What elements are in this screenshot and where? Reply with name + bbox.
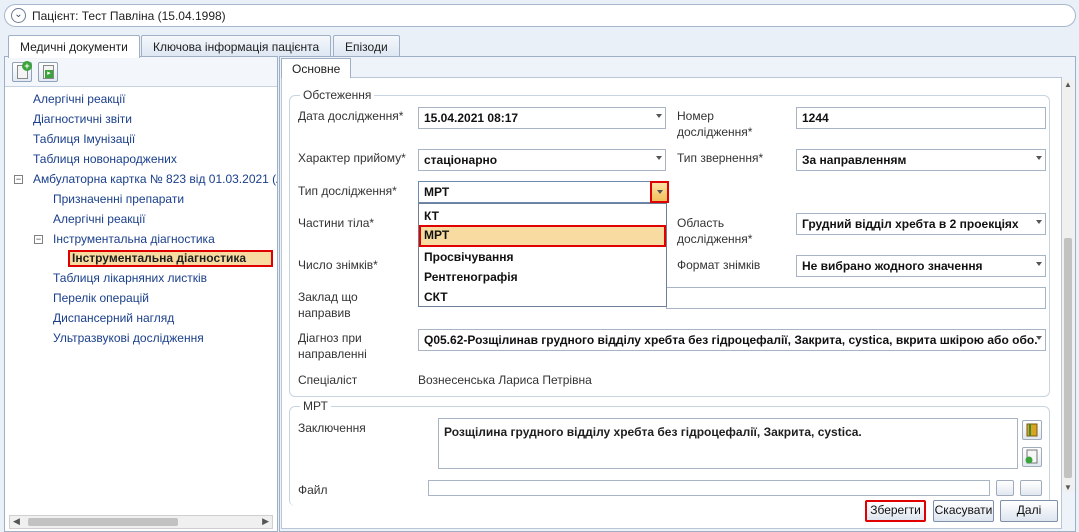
plus-icon: +: [22, 61, 32, 71]
specialist-label: Спеціаліст: [298, 373, 358, 387]
tree-item-allergies-sub[interactable]: Алергічні реакції: [53, 212, 145, 226]
study-type-options-list: КТ МРТ Просвічування Рентгенографія СКТ: [418, 203, 667, 307]
chevron-down-icon[interactable]: [656, 156, 662, 160]
scroll-right-icon[interactable]: ▶: [262, 516, 269, 527]
tree-item-prescriptions[interactable]: Призначенні препарати: [53, 192, 184, 206]
option-skt[interactable]: СКТ: [419, 287, 666, 307]
chevron-down-icon: [657, 190, 663, 194]
form-vertical-scrollbar[interactable]: ▲ ▼: [1062, 80, 1075, 492]
date-value: 15.04.2021 08:17: [424, 111, 519, 125]
patient-title: Пацієнт: Тест Павліна (15.04.1998): [32, 9, 230, 23]
tab-episodes[interactable]: Епізоди: [333, 35, 400, 57]
diagnosis-label: Діагноз при направленні: [298, 331, 367, 361]
option-fluoroscopy[interactable]: Просвічування: [419, 247, 666, 267]
option-kt[interactable]: КТ: [419, 206, 666, 226]
mrt-group-title: МРТ: [300, 399, 331, 413]
referral-type-select[interactable]: За направленням: [796, 149, 1046, 171]
area-label: Область дослідження*: [677, 216, 753, 246]
tab-key-patient-info[interactable]: Ключова інформація пацієнта: [141, 35, 332, 57]
referring-inst-label: Заклад що направив: [298, 290, 358, 320]
save-button[interactable]: Зберегти: [865, 500, 926, 522]
tree-item-instrumental-diagnostics-selected[interactable]: Інструментальна діагностика: [68, 250, 273, 267]
number-value: 1244: [802, 111, 829, 125]
images-format-value: Не вибрано жодного значення: [802, 259, 983, 273]
option-radiography[interactable]: Рентгенографія: [419, 267, 666, 287]
date-label: Дата дослідження*: [298, 109, 404, 123]
area-select[interactable]: Грудний відділ хребта в 2 проекціях: [796, 213, 1046, 235]
study-type-dropdown-button[interactable]: [650, 181, 669, 203]
reception-value: стаціонарно: [424, 153, 498, 167]
tree-item-diagnostic-reports[interactable]: Діагностичні звіти: [33, 112, 132, 126]
exam-group-title: Обстеження: [300, 88, 375, 102]
next-button[interactable]: Далі: [1000, 500, 1058, 522]
specialist-value: Вознесенська Лариса Петрівна: [418, 373, 592, 387]
tree-item-newborns[interactable]: Таблиця новонароджених: [33, 152, 177, 166]
scroll-down-icon[interactable]: ▼: [1064, 483, 1072, 492]
attach-clip-icon[interactable]: [996, 480, 1014, 496]
tree-item-dispensary[interactable]: Диспансерний нагляд: [53, 311, 174, 325]
tree-item-allergies[interactable]: Алергічні реакції: [33, 92, 125, 106]
study-type-select[interactable]: МРТ: [418, 181, 652, 203]
document-tree-panel: + ▸ Алергічні реакції Діагностичні звіти…: [4, 56, 278, 532]
study-type-label: Тип дослідження*: [298, 184, 397, 198]
tree-item-immunization[interactable]: Таблиця Імунізації: [33, 132, 135, 146]
scroll-thumb[interactable]: [1064, 238, 1072, 478]
number-field[interactable]: 1244: [796, 107, 1046, 129]
cancel-button[interactable]: Скасувати: [933, 500, 994, 522]
tab-main[interactable]: Основне: [281, 58, 352, 78]
chevron-down-icon[interactable]: [656, 114, 662, 118]
patient-header: ⌄ Пацієнт: Тест Павліна (15.04.1998): [4, 4, 1076, 27]
diagnosis-select[interactable]: Q05.62-Розщілинав грудного відділу хребт…: [418, 329, 1046, 351]
insert-document-icon[interactable]: [1022, 447, 1042, 467]
chevron-down-icon[interactable]: [1036, 220, 1042, 224]
area-value: Грудний відділ хребта в 2 проекціях: [802, 217, 1019, 231]
arrow-icon: ▸: [45, 70, 53, 78]
number-label: Номер дослідження*: [677, 109, 753, 139]
images-format-select[interactable]: Не вибрано жодного значення: [796, 255, 1046, 277]
reception-label: Характер прийому*: [298, 151, 406, 165]
images-count-label: Число знімків*: [298, 258, 378, 272]
chevron-down-icon[interactable]: [1036, 336, 1042, 340]
images-format-label: Формат знімків: [677, 258, 761, 272]
tree-horizontal-scrollbar[interactable]: ◀ ▶: [9, 515, 273, 529]
reception-select[interactable]: стаціонарно: [418, 149, 666, 171]
study-type-value: МРТ: [424, 185, 450, 199]
chevron-down-icon[interactable]: [1036, 262, 1042, 266]
export-document-button[interactable]: ▸: [38, 62, 58, 82]
conclusion-textarea[interactable]: Розщілина грудного відділу хребта без гі…: [438, 418, 1018, 469]
templates-book-icon[interactable]: [1022, 420, 1042, 440]
collapse-node-icon[interactable]: −: [14, 175, 23, 184]
conclusion-label: Заключення: [298, 421, 366, 435]
collapse-node-icon[interactable]: −: [34, 235, 43, 244]
scroll-up-icon[interactable]: ▲: [1064, 80, 1072, 89]
add-document-button[interactable]: +: [12, 61, 32, 82]
file-label: Файл: [298, 483, 328, 497]
tree-toolbar: + ▸: [5, 57, 277, 87]
date-field[interactable]: 15.04.2021 08:17: [418, 107, 666, 129]
tree-item-sick-leave[interactable]: Таблиця лікарняних листків: [53, 271, 207, 285]
referral-type-label: Тип звернення*: [677, 151, 764, 165]
referring-inst-field[interactable]: [666, 287, 1046, 309]
tree-item-instrumental-diagnostics[interactable]: Інструментальна діагностика: [53, 232, 215, 246]
collapse-chevron-icon[interactable]: ⌄: [11, 8, 26, 23]
tree-item-operations[interactable]: Перелік операцій: [53, 291, 149, 305]
option-mrt[interactable]: МРТ: [419, 225, 666, 247]
tree-item-outpatient-card[interactable]: Амбулаторна картка № 823 від 01.03.2021 …: [33, 172, 277, 186]
chevron-down-icon[interactable]: [1036, 156, 1042, 160]
tab-medical-documents[interactable]: Медичні документи: [8, 35, 140, 58]
body-parts-label: Частини тіла*: [298, 216, 375, 230]
tree-item-ultrasound[interactable]: Ультразвукові дослідження: [53, 331, 204, 345]
scanner-icon[interactable]: [1020, 480, 1042, 496]
scroll-left-icon[interactable]: ◀: [13, 516, 20, 527]
referral-type-value: За направленням: [802, 153, 907, 167]
diagnosis-value: Q05.62-Розщілинав грудного відділу хребт…: [424, 333, 1038, 347]
file-field[interactable]: [428, 480, 990, 496]
scroll-thumb[interactable]: [28, 518, 178, 526]
